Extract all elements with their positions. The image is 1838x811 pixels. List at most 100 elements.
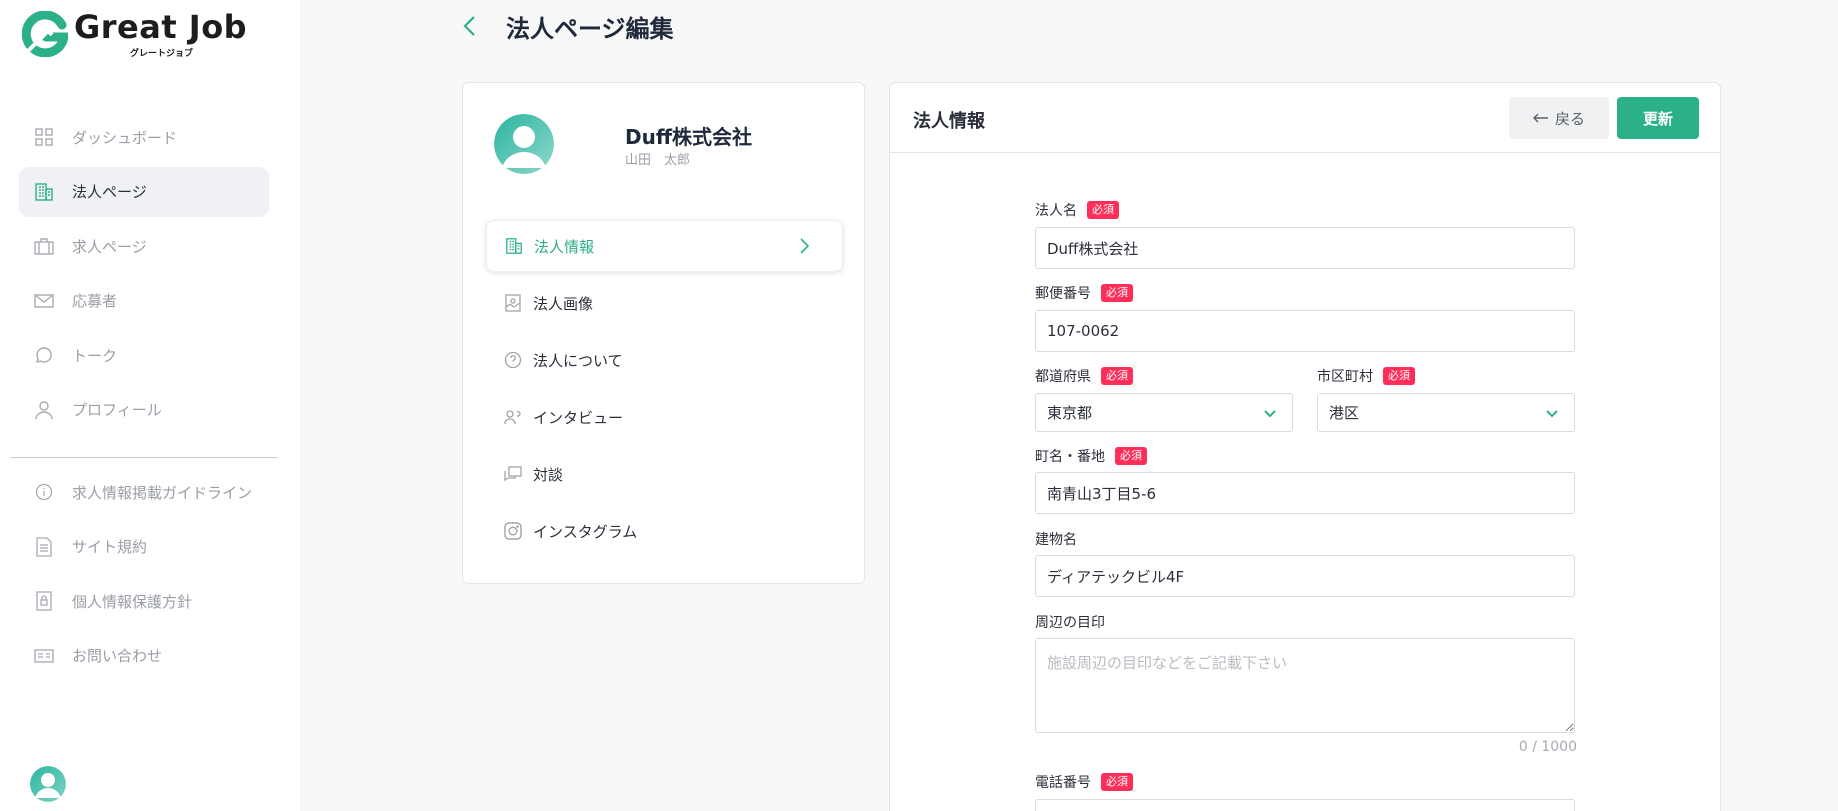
back-chevron-icon[interactable]: [462, 14, 486, 38]
sidebar-item-label: トーク: [72, 346, 118, 365]
building-icon: [33, 181, 55, 203]
field-label: 法人名: [1035, 203, 1077, 219]
document-icon: [33, 536, 55, 558]
brand-name: Great Job: [74, 8, 248, 46]
landmark-textarea[interactable]: [1035, 638, 1575, 733]
interview-icon: [503, 407, 523, 427]
sidebar-item-company-page[interactable]: 法人ページ: [19, 166, 269, 217]
briefcase-icon: [33, 235, 55, 257]
menu-item-company-info[interactable]: 法人情報: [486, 220, 843, 272]
arrow-left-icon: [1532, 113, 1549, 123]
menu-item-company-images[interactable]: 法人画像: [486, 277, 843, 329]
sidebar-item-profile[interactable]: プロフィール: [19, 385, 269, 435]
info-circle-icon: [33, 481, 55, 503]
building-field[interactable]: [1035, 555, 1575, 597]
chat-bubble-icon: [33, 344, 55, 366]
required-badge: 必須: [1115, 447, 1147, 465]
sidebar-item-privacy[interactable]: 個人情報保護方針: [19, 576, 269, 626]
lock-document-icon: [33, 590, 55, 612]
page-header: 法人ページ編集: [462, 8, 674, 44]
menu-item-dialogue[interactable]: 対談: [486, 448, 843, 500]
menu-item-label: インタビュー: [533, 408, 624, 427]
sidebar: Great Job グレートジョブ ダッシュボード 法人ページ 求人ページ 応募…: [0, 0, 300, 811]
chevron-down-icon: [1542, 403, 1562, 423]
back-button[interactable]: 戻る: [1509, 97, 1609, 139]
prefecture-select[interactable]: 東京都: [1035, 393, 1293, 432]
field-label: 電話番号: [1035, 775, 1091, 791]
brand-sub: グレートジョブ: [130, 49, 194, 59]
building-icon: [504, 236, 524, 256]
sidebar-secondary-nav: 求人情報掲載ガイドライン サイト規約 個人情報保護方針 お問い合わせ: [19, 467, 269, 685]
landmark-label: 周辺の目印: [1035, 612, 1105, 632]
required-badge: 必須: [1087, 201, 1119, 219]
building-label: 建物名: [1035, 529, 1077, 549]
sidebar-item-label: 法人ページ: [72, 183, 147, 201]
phone-label: 電話番号 必須: [1035, 772, 1133, 792]
sidebar-item-terms[interactable]: サイト規約: [19, 522, 269, 572]
street-label: 町名・番地 必須: [1035, 446, 1147, 466]
company-avatar: [494, 114, 554, 174]
field-label: 周辺の目印: [1035, 615, 1105, 631]
sidebar-item-job-page[interactable]: 求人ページ: [19, 221, 269, 271]
avatar[interactable]: [30, 766, 66, 802]
sidebar-item-label: ダッシュボード: [72, 128, 178, 147]
company-name-label: 法人名 必須: [1035, 200, 1119, 220]
grid-icon: [33, 126, 55, 148]
sidebar-item-label: サイト規約: [72, 538, 148, 556]
company-menu-card: Duff株式会社 山田 太郎 法人情報 法人画像 法人について インタビュー 対…: [462, 82, 865, 584]
prefecture-label: 都道府県 必須: [1035, 366, 1133, 386]
sidebar-item-label: プロフィール: [72, 401, 162, 419]
question-circle-icon: [503, 350, 523, 370]
menu-item-label: 法人について: [533, 351, 623, 370]
menu-item-instagram[interactable]: インスタグラム: [486, 505, 843, 557]
field-label: 市区町村: [1317, 369, 1373, 385]
landmark-char-counter: 0 / 1000: [1518, 739, 1577, 755]
company-user-name: 山田 太郎: [625, 153, 691, 168]
city-label: 市区町村 必須: [1317, 366, 1415, 386]
city-select[interactable]: 港区: [1317, 393, 1575, 432]
update-button[interactable]: 更新: [1617, 97, 1699, 139]
required-badge: 必須: [1383, 367, 1415, 385]
field-label: 町名・番地: [1035, 449, 1105, 465]
menu-item-label: 対談: [533, 465, 564, 484]
menu-item-about-company[interactable]: 法人について: [486, 334, 843, 386]
sidebar-item-label: 求人ページ: [72, 237, 147, 256]
postal-code-field[interactable]: [1035, 310, 1575, 352]
prefecture-value: 東京都: [1047, 404, 1093, 422]
chevron-down-icon: [1260, 403, 1280, 423]
chevron-right-icon: [794, 236, 814, 256]
sidebar-divider: [10, 457, 278, 458]
sidebar-item-guideline[interactable]: 求人情報掲載ガイドライン: [19, 467, 269, 517]
sidebar-item-label: 応募者: [72, 292, 118, 310]
menu-item-label: 法人画像: [533, 294, 594, 313]
dialogue-icon: [503, 464, 523, 484]
panel-header: 法人情報 戻る 更新: [890, 83, 1720, 153]
sidebar-item-contact[interactable]: お問い合わせ: [19, 631, 269, 681]
company-info-panel: 法人情報 戻る 更新 法人名 必須 郵便番号 必須 都道府県 必須 東京都: [889, 82, 1721, 811]
phone-field[interactable]: [1035, 799, 1575, 811]
sidebar-nav: ダッシュボード 法人ページ 求人ページ 応募者 トーク プロフィール: [19, 112, 269, 439]
mail-icon: [33, 290, 55, 312]
logo[interactable]: Great Job グレートジョブ: [22, 8, 262, 59]
sidebar-item-label: お問い合わせ: [72, 647, 163, 665]
menu-item-interview[interactable]: インタビュー: [486, 391, 843, 443]
required-badge: 必須: [1101, 773, 1133, 791]
field-label: 建物名: [1035, 532, 1077, 548]
image-icon: [503, 293, 523, 313]
street-field[interactable]: [1035, 472, 1575, 514]
field-label: 郵便番号: [1035, 286, 1091, 302]
postal-code-label: 郵便番号 必須: [1035, 283, 1133, 303]
company-name-field[interactable]: [1035, 227, 1575, 269]
required-badge: 必須: [1101, 284, 1133, 302]
page-title: 法人ページ編集: [506, 14, 674, 43]
menu-item-label: 法人情報: [534, 237, 595, 256]
sidebar-item-applicants[interactable]: 応募者: [19, 276, 269, 326]
sidebar-item-talk[interactable]: トーク: [19, 330, 269, 380]
menu-item-label: インスタグラム: [533, 522, 638, 541]
sidebar-item-dashboard[interactable]: ダッシュボード: [19, 112, 269, 162]
company-menu: 法人情報 法人画像 法人について インタビュー 対談 インスタグラム: [486, 220, 843, 562]
contact-card-icon: [33, 645, 55, 667]
city-value: 港区: [1329, 404, 1360, 422]
required-badge: 必須: [1101, 367, 1133, 385]
panel-title: 法人情報: [913, 111, 985, 132]
